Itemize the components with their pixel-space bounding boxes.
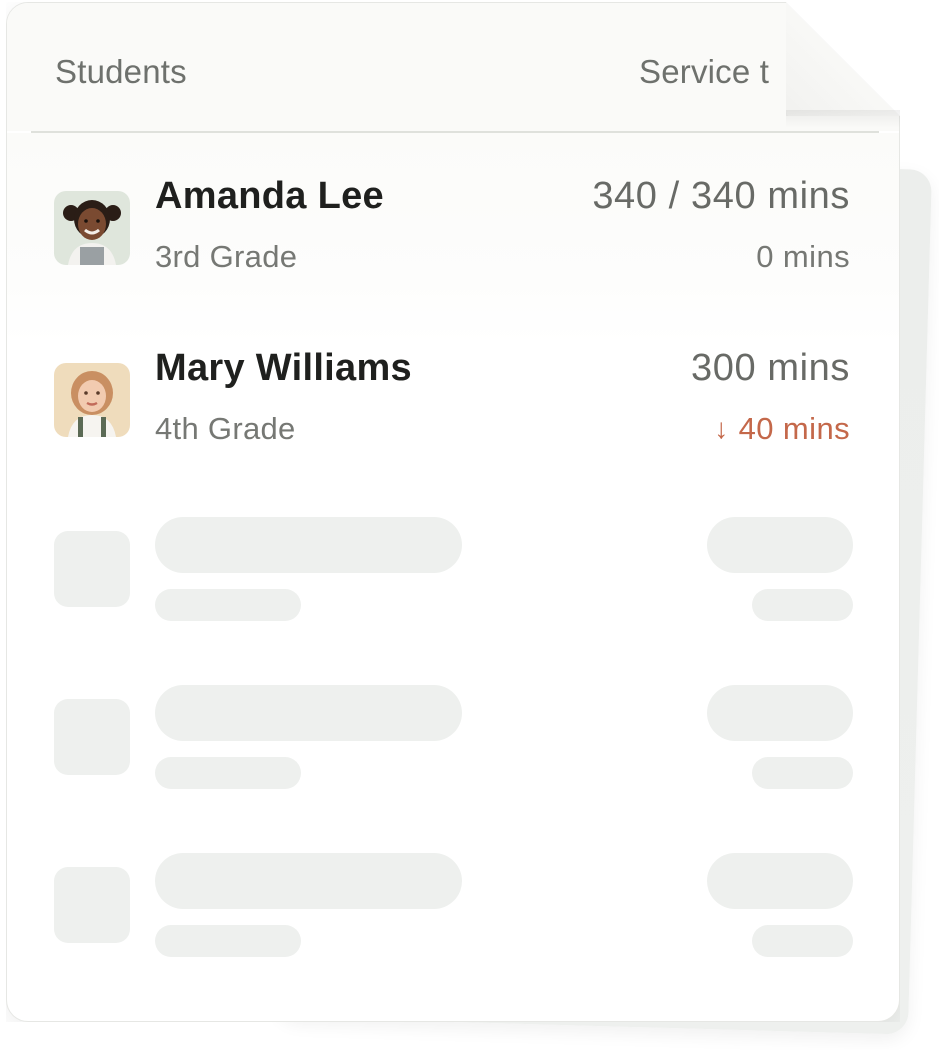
column-header-service[interactable]: Service t [639, 53, 769, 91]
skeleton-total [707, 685, 853, 741]
page-fold-shadow [786, 110, 900, 128]
student-grade: 3rd Grade [155, 239, 298, 274]
student-name[interactable]: Amanda Lee [155, 175, 384, 218]
student-photo-icon [54, 363, 130, 437]
students-card: Students Service t Amanda Lee 3rd Grade … [6, 2, 900, 1022]
service-delta-value: 40 mins [738, 411, 850, 446]
table-header: Students Service t [7, 3, 899, 131]
skeleton-avatar [54, 867, 130, 943]
skeleton-delta [752, 757, 853, 789]
skeleton-total [707, 853, 853, 909]
service-delta: ↓ 40 mins [714, 411, 850, 447]
stage: Students Service t Amanda Lee 3rd Grade … [0, 0, 939, 1050]
skeleton-delta [752, 589, 853, 621]
service-total: 300 mins [691, 347, 850, 389]
student-row-amanda-lee[interactable]: Amanda Lee 3rd Grade 340 / 340 mins 0 mi… [7, 175, 899, 301]
column-header-students[interactable]: Students [55, 53, 187, 91]
page-fold-corner [786, 2, 900, 116]
skeleton-delta [752, 925, 853, 957]
skeleton-name [155, 517, 462, 573]
skeleton-grade [155, 757, 301, 789]
service-delta: 0 mins [756, 239, 850, 275]
student-row-mary-williams[interactable]: Mary Williams 4th Grade 300 mins ↓ 40 mi… [7, 347, 899, 473]
student-photo-icon [54, 191, 130, 265]
service-delta-value: 0 mins [756, 239, 850, 274]
skeleton-grade [155, 925, 301, 957]
skeleton-avatar [54, 531, 130, 607]
skeleton-name [155, 685, 462, 741]
skeleton-name [155, 853, 462, 909]
student-grade: 4th Grade [155, 411, 296, 446]
arrow-down-icon: ↓ [714, 413, 729, 444]
student-name[interactable]: Mary Williams [155, 347, 412, 390]
skeleton-avatar [54, 699, 130, 775]
skeleton-total [707, 517, 853, 573]
skeleton-grade [155, 589, 301, 621]
service-total: 340 / 340 mins [592, 175, 850, 217]
